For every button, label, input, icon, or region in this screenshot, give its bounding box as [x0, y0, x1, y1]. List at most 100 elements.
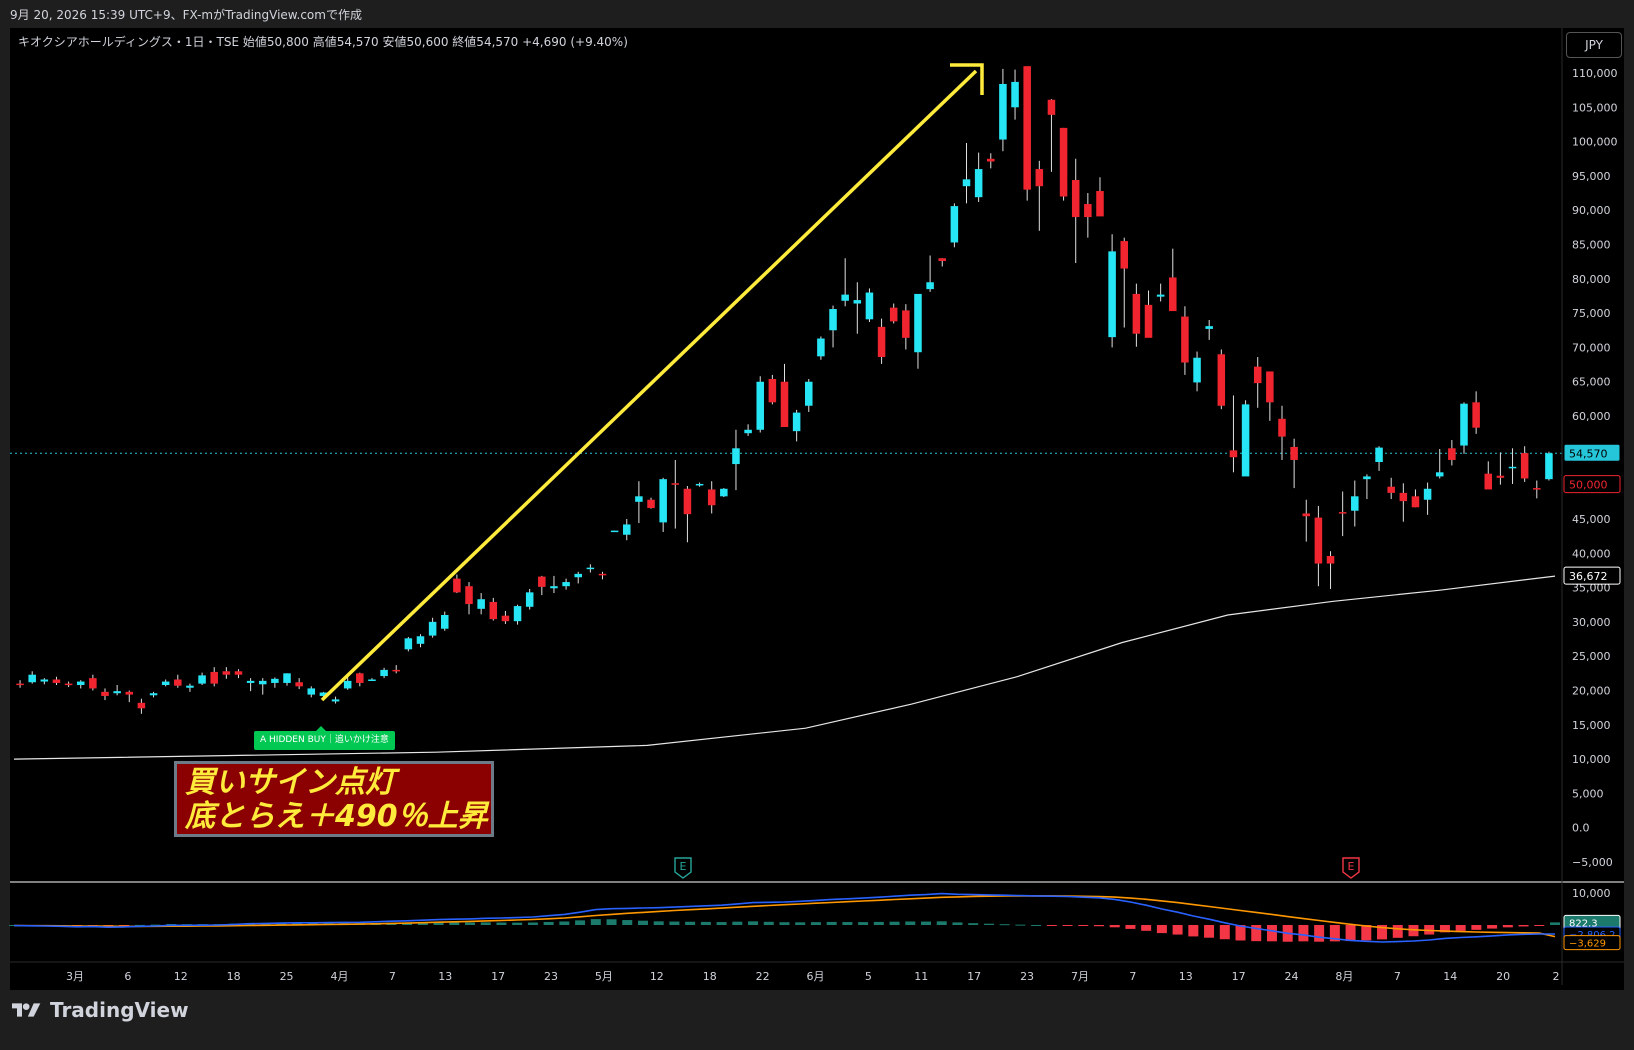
time-tick-label: 17 [1232, 970, 1246, 983]
candle-body [1363, 476, 1371, 480]
macd-histogram-bar [952, 922, 963, 925]
candle-body [525, 592, 534, 607]
candle-body [1132, 293, 1141, 334]
ohlc-legend: キオクシアホールディングス・1日・TSE 始値50,800 高値54,570 安… [18, 34, 628, 49]
candle-body [465, 586, 473, 605]
candle-body [683, 488, 692, 515]
callout-line-2: 底とらえ＋490％上昇 [185, 799, 488, 834]
time-tick-label: 4月 [330, 970, 348, 983]
annotation-callout: 買いサイン点灯 底とらえ＋490％上昇 [174, 761, 494, 837]
candle-body [271, 678, 279, 683]
candle-body [659, 479, 667, 523]
macd-histogram-bar [685, 921, 696, 925]
time-tick-label: 13 [438, 970, 452, 983]
price-label: 50,000 [1569, 479, 1608, 492]
macd-histogram-bar [1109, 925, 1120, 928]
candle-body [137, 702, 146, 709]
candle-body [1472, 402, 1480, 428]
macd-histogram-bar [1125, 925, 1136, 929]
macd-histogram-bar [590, 919, 601, 925]
macd-histogram-bar [700, 921, 711, 925]
candle-body [1375, 447, 1383, 463]
candle-body [950, 206, 959, 243]
time-tick-label: 7月 [1071, 970, 1089, 983]
time-tick-label: 6 [124, 970, 131, 983]
macd-histogram-bar [1550, 922, 1560, 925]
macd-histogram-bar [873, 921, 884, 925]
candle-body [1144, 304, 1153, 338]
price-tick-label: 40,000 [1572, 547, 1611, 560]
candle-body [1229, 450, 1238, 458]
candle-body [805, 381, 813, 406]
time-tick-label: 12 [650, 970, 664, 983]
candle-body [16, 683, 24, 686]
time-tick-label: 8月 [1335, 970, 1353, 983]
macd-histogram-bar [1502, 925, 1513, 928]
time-tick-label: 23 [1020, 970, 1034, 983]
macd-histogram-bar [1392, 925, 1403, 938]
candle-body [1059, 127, 1068, 197]
price-tick-label: 95,000 [1572, 170, 1611, 183]
time-tick-label: 12 [174, 970, 188, 983]
macd-histogram-bar [1266, 925, 1277, 942]
hidden-buy-signal-label: A HIDDEN BUY｜追いかけ注意 [254, 726, 395, 750]
time-tick-label: 23 [544, 970, 558, 983]
time-tick-label: 14 [1443, 970, 1457, 983]
candle-body [695, 483, 704, 486]
macd-histogram-bar [559, 921, 570, 925]
price-tick-label: 5,000 [1572, 787, 1604, 800]
chart[interactable]: 110,000 105,000 100,000 95,000 90,000 85,000 8… [0, 0, 1634, 990]
price-tick-label: 20,000 [1572, 684, 1611, 697]
time-tick-label: 13 [1179, 970, 1193, 983]
candle-body [780, 381, 789, 428]
macd-histogram-bar [1156, 925, 1167, 934]
macd-histogram-bar [795, 922, 806, 925]
macd-histogram-bar [1314, 925, 1325, 942]
candle-body [1411, 496, 1420, 508]
candle-body [477, 599, 485, 609]
macd-histogram-bar [1031, 924, 1042, 926]
candle-body [149, 693, 158, 696]
candle-body [829, 309, 837, 331]
time-tick-label: 25 [280, 970, 294, 983]
candle-body [1448, 448, 1456, 460]
candle-body [841, 294, 849, 301]
candle-body [586, 567, 595, 570]
macd-histogram-bar [889, 921, 900, 925]
price-label: 54,570 [1569, 447, 1608, 460]
chart-background [10, 28, 1624, 990]
candle-body [744, 429, 752, 434]
candle-body [89, 678, 97, 689]
macd-histogram-bar [1518, 925, 1529, 927]
candle-body [28, 674, 36, 683]
candle-body [283, 673, 291, 683]
macd-histogram-bar [653, 921, 664, 925]
time-tick-label: 7 [1129, 970, 1136, 983]
candle-body [174, 679, 182, 686]
time-tick-label: 6月 [807, 970, 825, 983]
time-tick-label: 18 [703, 970, 717, 983]
candle-body [404, 638, 413, 650]
price-tick-label: 85,000 [1572, 239, 1611, 252]
macd-histogram-bar [527, 922, 538, 925]
price-tick-label: 105,000 [1572, 101, 1618, 114]
macd-histogram-bar [1455, 925, 1466, 931]
macd-histogram-bar [606, 919, 617, 925]
candle-body [792, 412, 801, 432]
tradingview-logo[interactable]: TradingView [12, 998, 189, 1022]
candle-body [865, 292, 874, 320]
earnings-marker-label: E [1348, 860, 1355, 873]
macd-histogram-bar [968, 923, 979, 925]
time-tick-label: 5 [865, 970, 872, 983]
candle-body [1193, 357, 1201, 383]
candle-body [622, 524, 631, 535]
price-tick-label: 90,000 [1572, 204, 1611, 217]
currency-button[interactable]: JPY [1566, 32, 1622, 58]
macd-histogram-bar [921, 921, 932, 925]
candle-body [76, 681, 85, 685]
macd-histogram-bar [480, 922, 491, 925]
time-tick-label: 20 [1496, 970, 1510, 983]
candle-body [1205, 326, 1213, 329]
candle-body [926, 282, 934, 290]
candle-body [1035, 169, 1044, 187]
